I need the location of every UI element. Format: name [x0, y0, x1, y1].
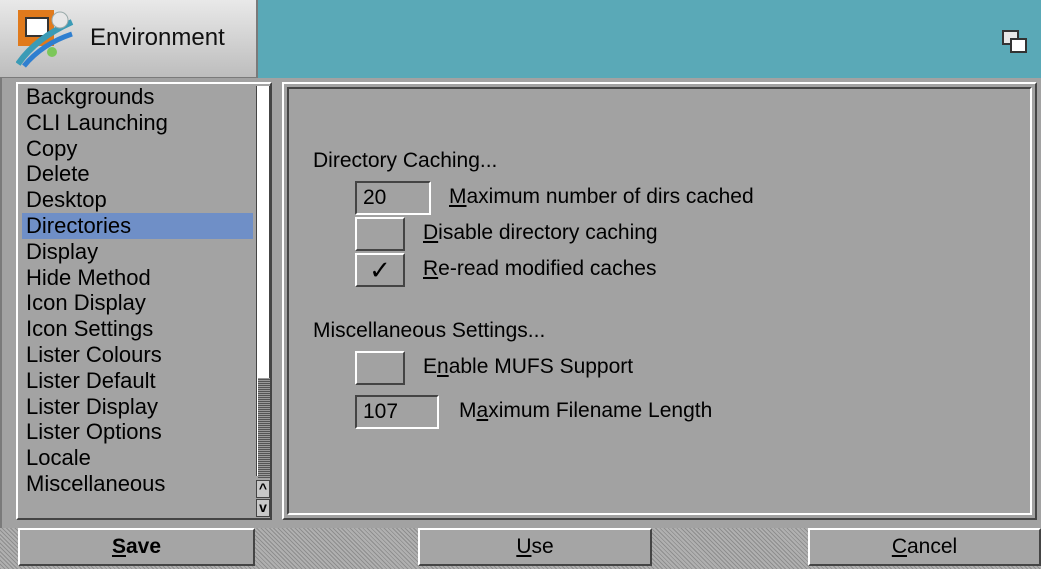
list-item-locale[interactable]: Locale — [22, 445, 253, 471]
checkmark-icon: ✓ — [369, 255, 391, 285]
list-item-directories[interactable]: Directories — [22, 212, 253, 239]
list-scrollbar[interactable]: ^ v — [256, 84, 270, 518]
directory-caching-heading: Directory Caching... — [313, 149, 498, 172]
list-item-backgrounds[interactable]: Backgrounds — [22, 84, 253, 110]
title-tab[interactable]: Environment — [0, 0, 258, 78]
scroll-down-icon[interactable]: v — [256, 499, 270, 517]
list-item-display[interactable]: Display — [22, 239, 253, 265]
list-item-lister-display[interactable]: Lister Display — [22, 394, 253, 420]
scroll-track[interactable] — [256, 86, 270, 478]
list-item-desktop[interactable]: Desktop — [22, 187, 253, 213]
environment-prefs-icon — [16, 10, 74, 68]
mufs-support-checkbox[interactable] — [355, 351, 405, 385]
category-list-panel: Backgrounds CLI Launching Copy Delete Deskto… — [16, 82, 272, 520]
reread-modified-label: Re-read modified caches — [423, 257, 657, 280]
max-filename-length-label: Maximum Filename Length — [459, 399, 713, 422]
save-button[interactable]: Save — [18, 528, 255, 566]
max-filename-length-field[interactable]: 107 — [355, 395, 439, 429]
scroll-thumb[interactable] — [258, 378, 270, 478]
settings-inner: Directory Caching... 20 Maximum number o… — [287, 87, 1032, 515]
max-dirs-cached-label: Maximum number of dirs cached — [449, 185, 754, 208]
list-item-delete[interactable]: Delete — [22, 161, 253, 187]
list-item-lister-colours[interactable]: Lister Colours — [22, 342, 253, 368]
mufs-support-label: Enable MUFS Support — [423, 355, 634, 378]
use-button[interactable]: Use — [418, 528, 652, 566]
cancel-button[interactable]: Cancel — [808, 528, 1041, 566]
list-item-hide-method[interactable]: Hide Method — [22, 265, 253, 291]
disable-caching-checkbox[interactable] — [355, 217, 405, 251]
list-item-icon-display[interactable]: Icon Display — [22, 290, 253, 316]
list-item-cli-launching[interactable]: CLI Launching — [22, 110, 253, 136]
list-item-copy[interactable]: Copy — [22, 136, 253, 162]
depth-gadget-icon[interactable] — [1002, 30, 1028, 54]
list-item-lister-default[interactable]: Lister Default — [22, 368, 253, 394]
list-item-miscellaneous[interactable]: Miscellaneous — [22, 471, 253, 497]
category-list[interactable]: Backgrounds CLI Launching Copy Delete Deskto… — [22, 84, 253, 514]
settings-panel: Directory Caching... 20 Maximum number o… — [282, 82, 1037, 520]
list-item-lister-options[interactable]: Lister Options — [22, 419, 253, 445]
max-dirs-cached-field[interactable]: 20 — [355, 181, 431, 215]
reread-modified-checkbox[interactable]: ✓ — [355, 253, 405, 287]
misc-settings-heading: Miscellaneous Settings... — [313, 319, 546, 342]
title-bar[interactable]: Environment — [0, 0, 1041, 78]
disable-caching-label: Disable directory caching — [423, 221, 658, 244]
window-title: Environment — [90, 24, 225, 51]
scroll-up-icon[interactable]: ^ — [256, 480, 270, 498]
list-item-icon-settings[interactable]: Icon Settings — [22, 316, 253, 342]
